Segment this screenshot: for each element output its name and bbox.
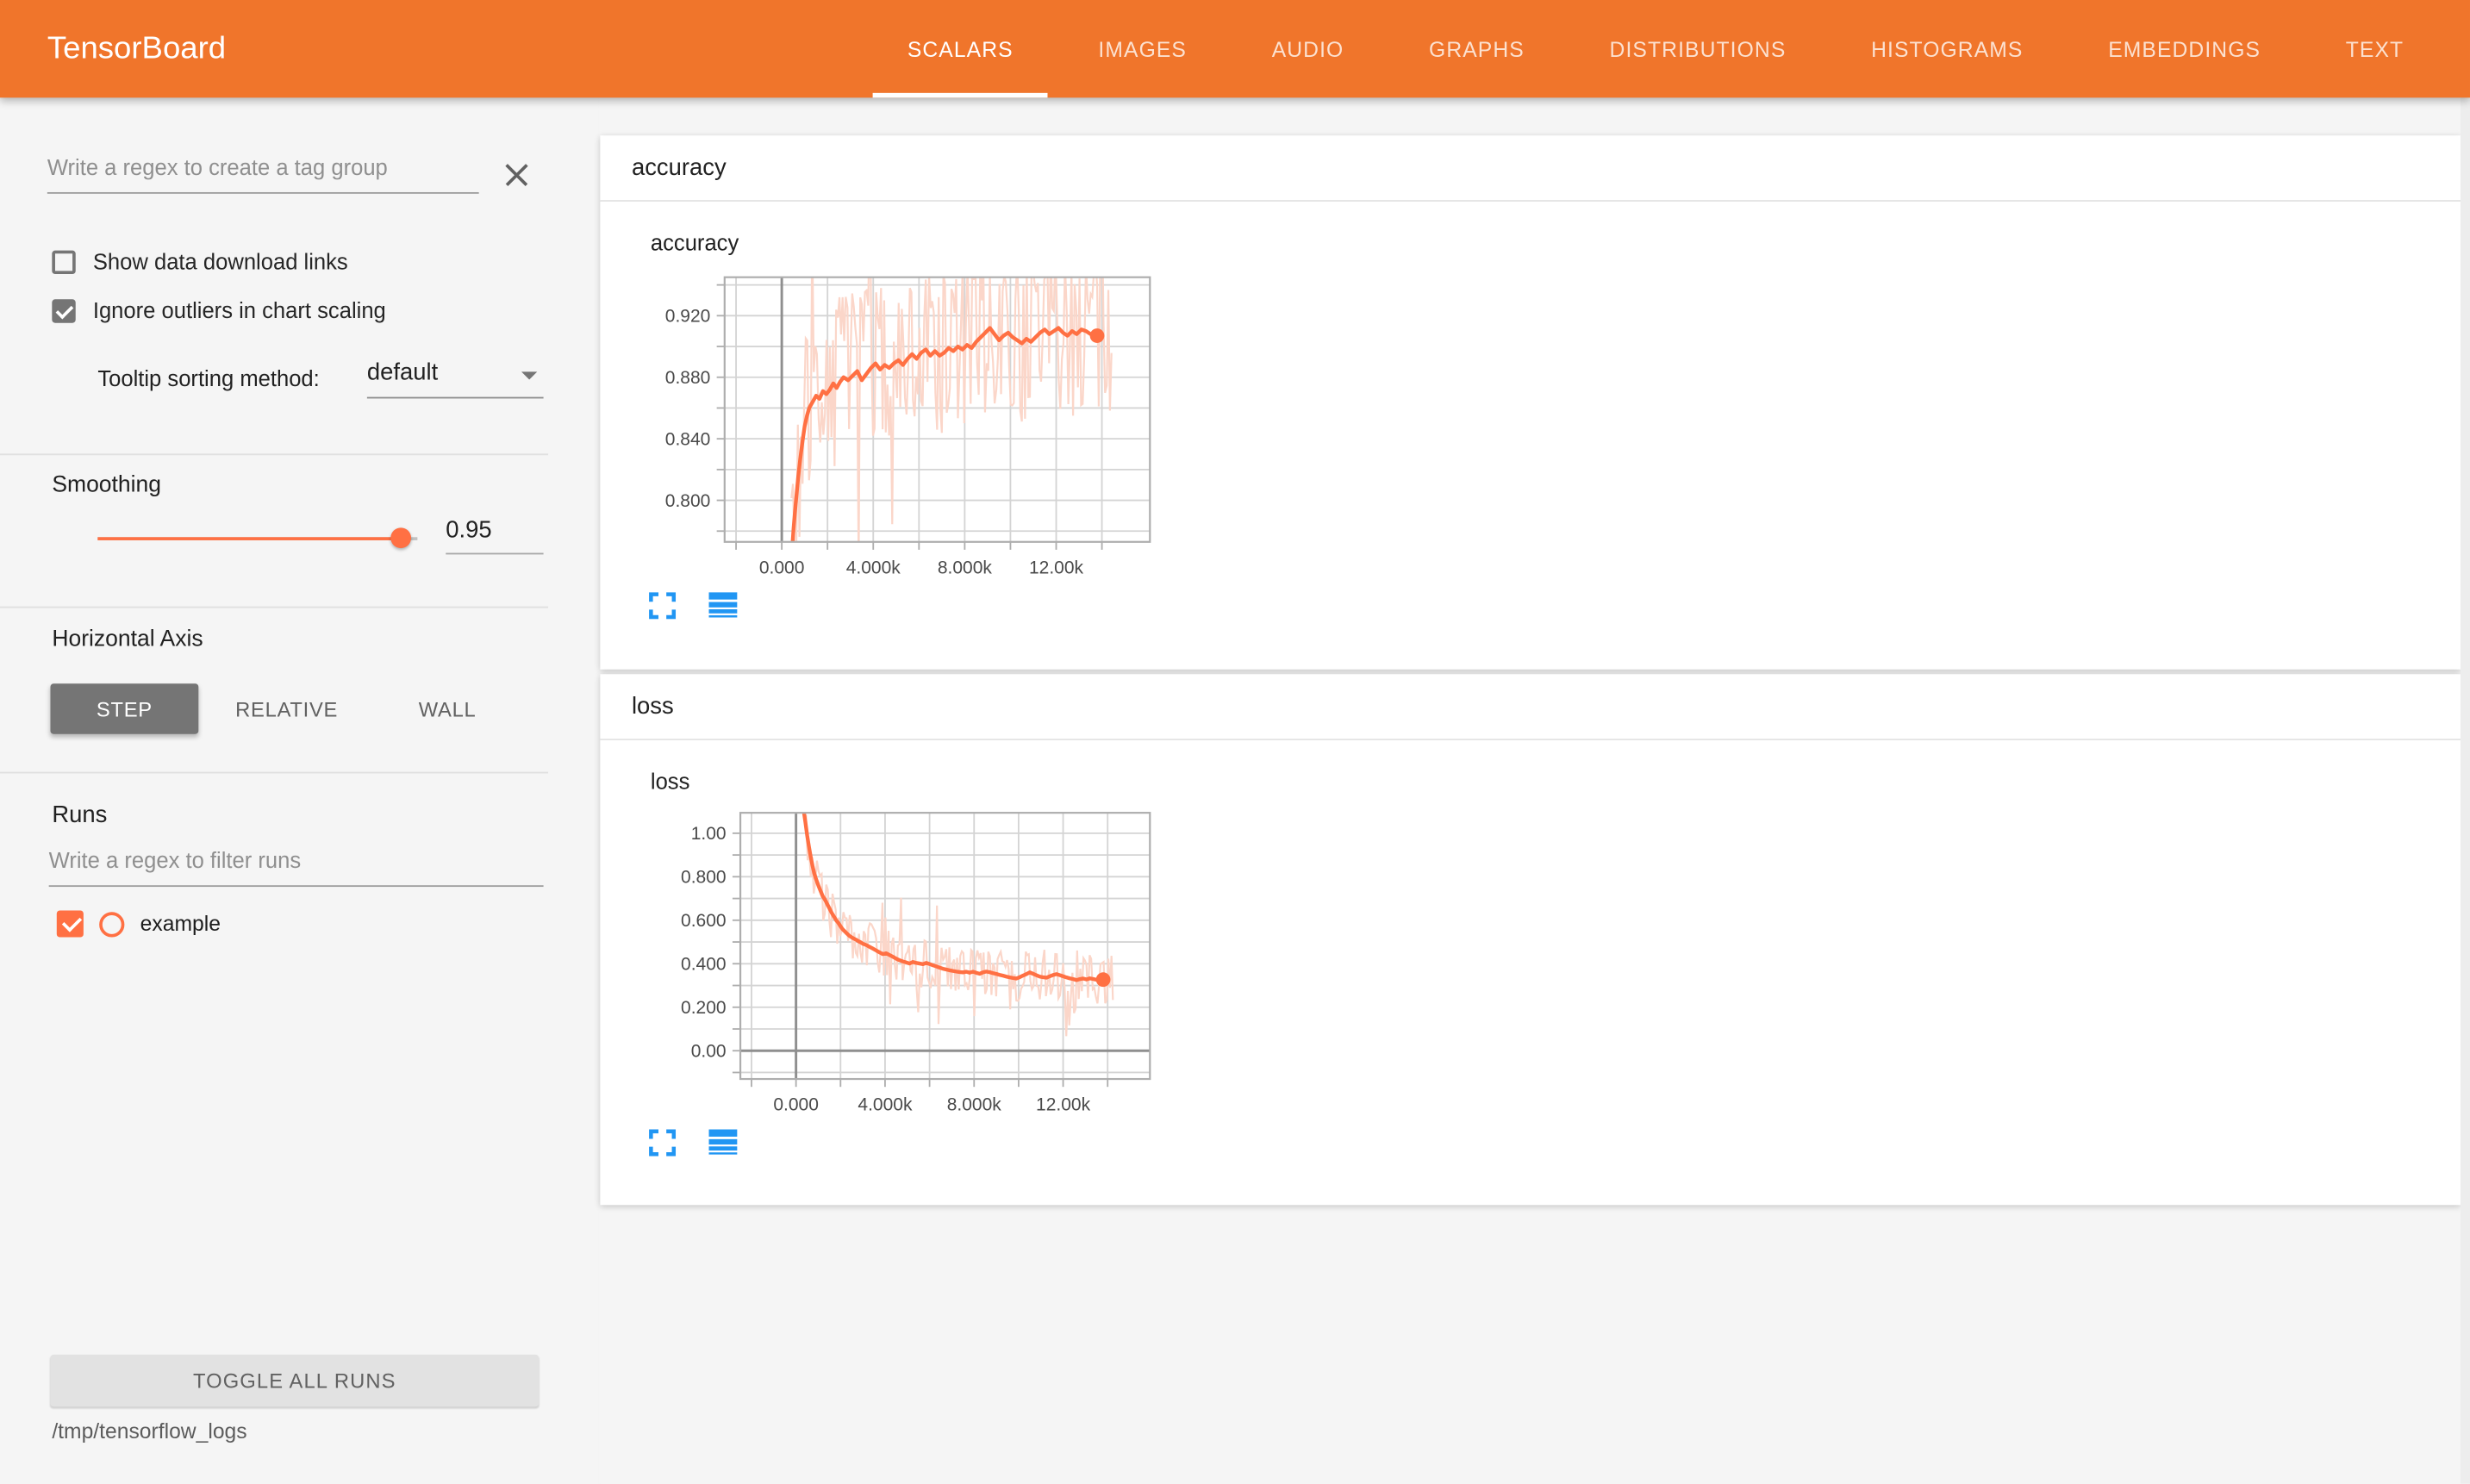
scalar-chart-loss[interactable]: 0.000 4.000k 8.000k 12.00k 0.00 0.200 0.400 0.6… [646, 801, 1189, 1124]
tab-embeddings[interactable]: EMBEDDINGS [2066, 0, 2304, 97]
axis-button-relative[interactable]: RELATIVE [215, 683, 359, 733]
smoothing-slider[interactable] [97, 526, 417, 551]
svg-text:0.200: 0.200 [681, 998, 727, 1018]
svg-text:0.920: 0.920 [665, 307, 711, 327]
tab-text[interactable]: TEXT [2303, 0, 2446, 97]
runs-label: Runs [52, 801, 107, 828]
horizontal-axis-buttons: STEP RELATIVE WALL [50, 683, 532, 733]
svg-text:0.880: 0.880 [665, 368, 711, 388]
svg-text:8.000k: 8.000k [947, 1095, 1002, 1115]
svg-text:0.600: 0.600 [681, 911, 727, 931]
chart-title-accuracy: accuracy [651, 230, 739, 255]
run-name: example [140, 912, 221, 935]
app-logo: TensorBoard [47, 0, 226, 97]
chart-title-loss: loss [651, 769, 690, 794]
svg-text:0.00: 0.00 [691, 1042, 727, 1062]
runs-filter-input[interactable] [49, 847, 544, 887]
slider-fill [97, 537, 401, 540]
dashboard-main: accuracy accuracy 0.000 4.000k 8.000k 12.00… [599, 97, 2470, 1483]
svg-text:12.00k: 12.00k [1029, 558, 1084, 577]
show-download-links-checkbox[interactable] [52, 250, 75, 273]
tooltip-sorting-dropdown[interactable]: default [367, 359, 544, 399]
chevron-down-icon [521, 371, 537, 387]
clear-filter-icon[interactable] [502, 160, 531, 189]
run-selector-icon[interactable] [709, 1130, 738, 1155]
divider [0, 772, 548, 774]
smoothing-label: Smoothing [52, 472, 161, 497]
tag-group-header-loss[interactable]: loss [600, 674, 2461, 740]
tag-group-loss: loss loss 0.000 4.000k 8.000k 12.00k 0.00 0.2… [600, 674, 2461, 1205]
tooltip-sorting-label: Tooltip sorting method: [97, 365, 319, 390]
run-row-example[interactable]: example [57, 910, 221, 937]
tab-scalars[interactable]: SCALARS [864, 0, 1056, 97]
run-selector-icon[interactable] [709, 592, 738, 617]
chart-actions [649, 1130, 737, 1157]
log-directory-path: /tmp/tensorflow_logs [52, 1419, 246, 1443]
tab-histograms[interactable]: HISTOGRAMS [1829, 0, 2066, 97]
axis-button-wall[interactable]: WALL [375, 683, 520, 733]
run-color-dot [99, 911, 124, 936]
svg-text:1.00: 1.00 [691, 824, 727, 844]
divider [0, 453, 548, 455]
fullscreen-icon[interactable] [649, 592, 676, 619]
scrollbar-track[interactable] [2461, 97, 2470, 1483]
run-checkbox[interactable] [57, 910, 84, 937]
svg-text:8.000k: 8.000k [938, 558, 993, 577]
svg-text:0.400: 0.400 [681, 955, 727, 975]
svg-text:0.800: 0.800 [665, 491, 711, 511]
svg-text:12.00k: 12.00k [1036, 1095, 1091, 1115]
horizontal-axis-label: Horizontal Axis [52, 627, 203, 652]
tab-distributions[interactable]: DISTRIBUTIONS [1567, 0, 1829, 97]
tensorboard-app: TensorBoard SCALARS IMAGES AUDIO GRAPHS … [0, 0, 2470, 1484]
tab-images[interactable]: IMAGES [1056, 0, 1229, 97]
nav-tabs: SCALARS IMAGES AUDIO GRAPHS DISTRIBUTION… [864, 0, 2446, 97]
scalar-chart-accuracy[interactable]: 0.000 4.000k 8.000k 12.00k 0.800 0.840 0.880 0.… [630, 265, 1178, 586]
app-header: TensorBoard SCALARS IMAGES AUDIO GRAPHS … [0, 0, 2470, 97]
tab-audio[interactable]: AUDIO [1229, 0, 1386, 97]
svg-text:0.800: 0.800 [681, 868, 727, 888]
slider-thumb[interactable] [390, 527, 411, 548]
divider [0, 607, 548, 608]
ignore-outliers-label: Ignore outliers in chart scaling [93, 297, 386, 322]
tab-graphs[interactable]: GRAPHS [1387, 0, 1568, 97]
chart-actions [649, 592, 737, 619]
axis-button-step[interactable]: STEP [50, 683, 198, 733]
ignore-outliers-checkbox[interactable] [52, 298, 75, 321]
ignore-outliers-row[interactable]: Ignore outliers in chart scaling [52, 297, 385, 322]
svg-text:0.000: 0.000 [759, 558, 805, 577]
smoothing-value[interactable]: 0.95 [446, 517, 543, 555]
settings-sidebar: Show data download links Ignore outliers… [0, 97, 600, 1483]
tag-group-header-accuracy[interactable]: accuracy [600, 135, 2461, 202]
tooltip-sorting-value: default [367, 359, 438, 386]
svg-text:4.000k: 4.000k [846, 558, 901, 577]
show-download-links-row[interactable]: Show data download links [52, 249, 347, 274]
toggle-all-runs-button[interactable]: TOGGLE ALL RUNS [50, 1355, 539, 1406]
tag-filter-input[interactable] [47, 154, 479, 194]
svg-text:0.840: 0.840 [665, 429, 711, 449]
tag-group-accuracy: accuracy accuracy 0.000 4.000k 8.000k 12.00… [600, 135, 2461, 670]
show-download-links-label: Show data download links [93, 249, 348, 274]
svg-text:0.000: 0.000 [773, 1095, 819, 1115]
svg-text:4.000k: 4.000k [858, 1095, 913, 1115]
fullscreen-icon[interactable] [649, 1130, 676, 1157]
